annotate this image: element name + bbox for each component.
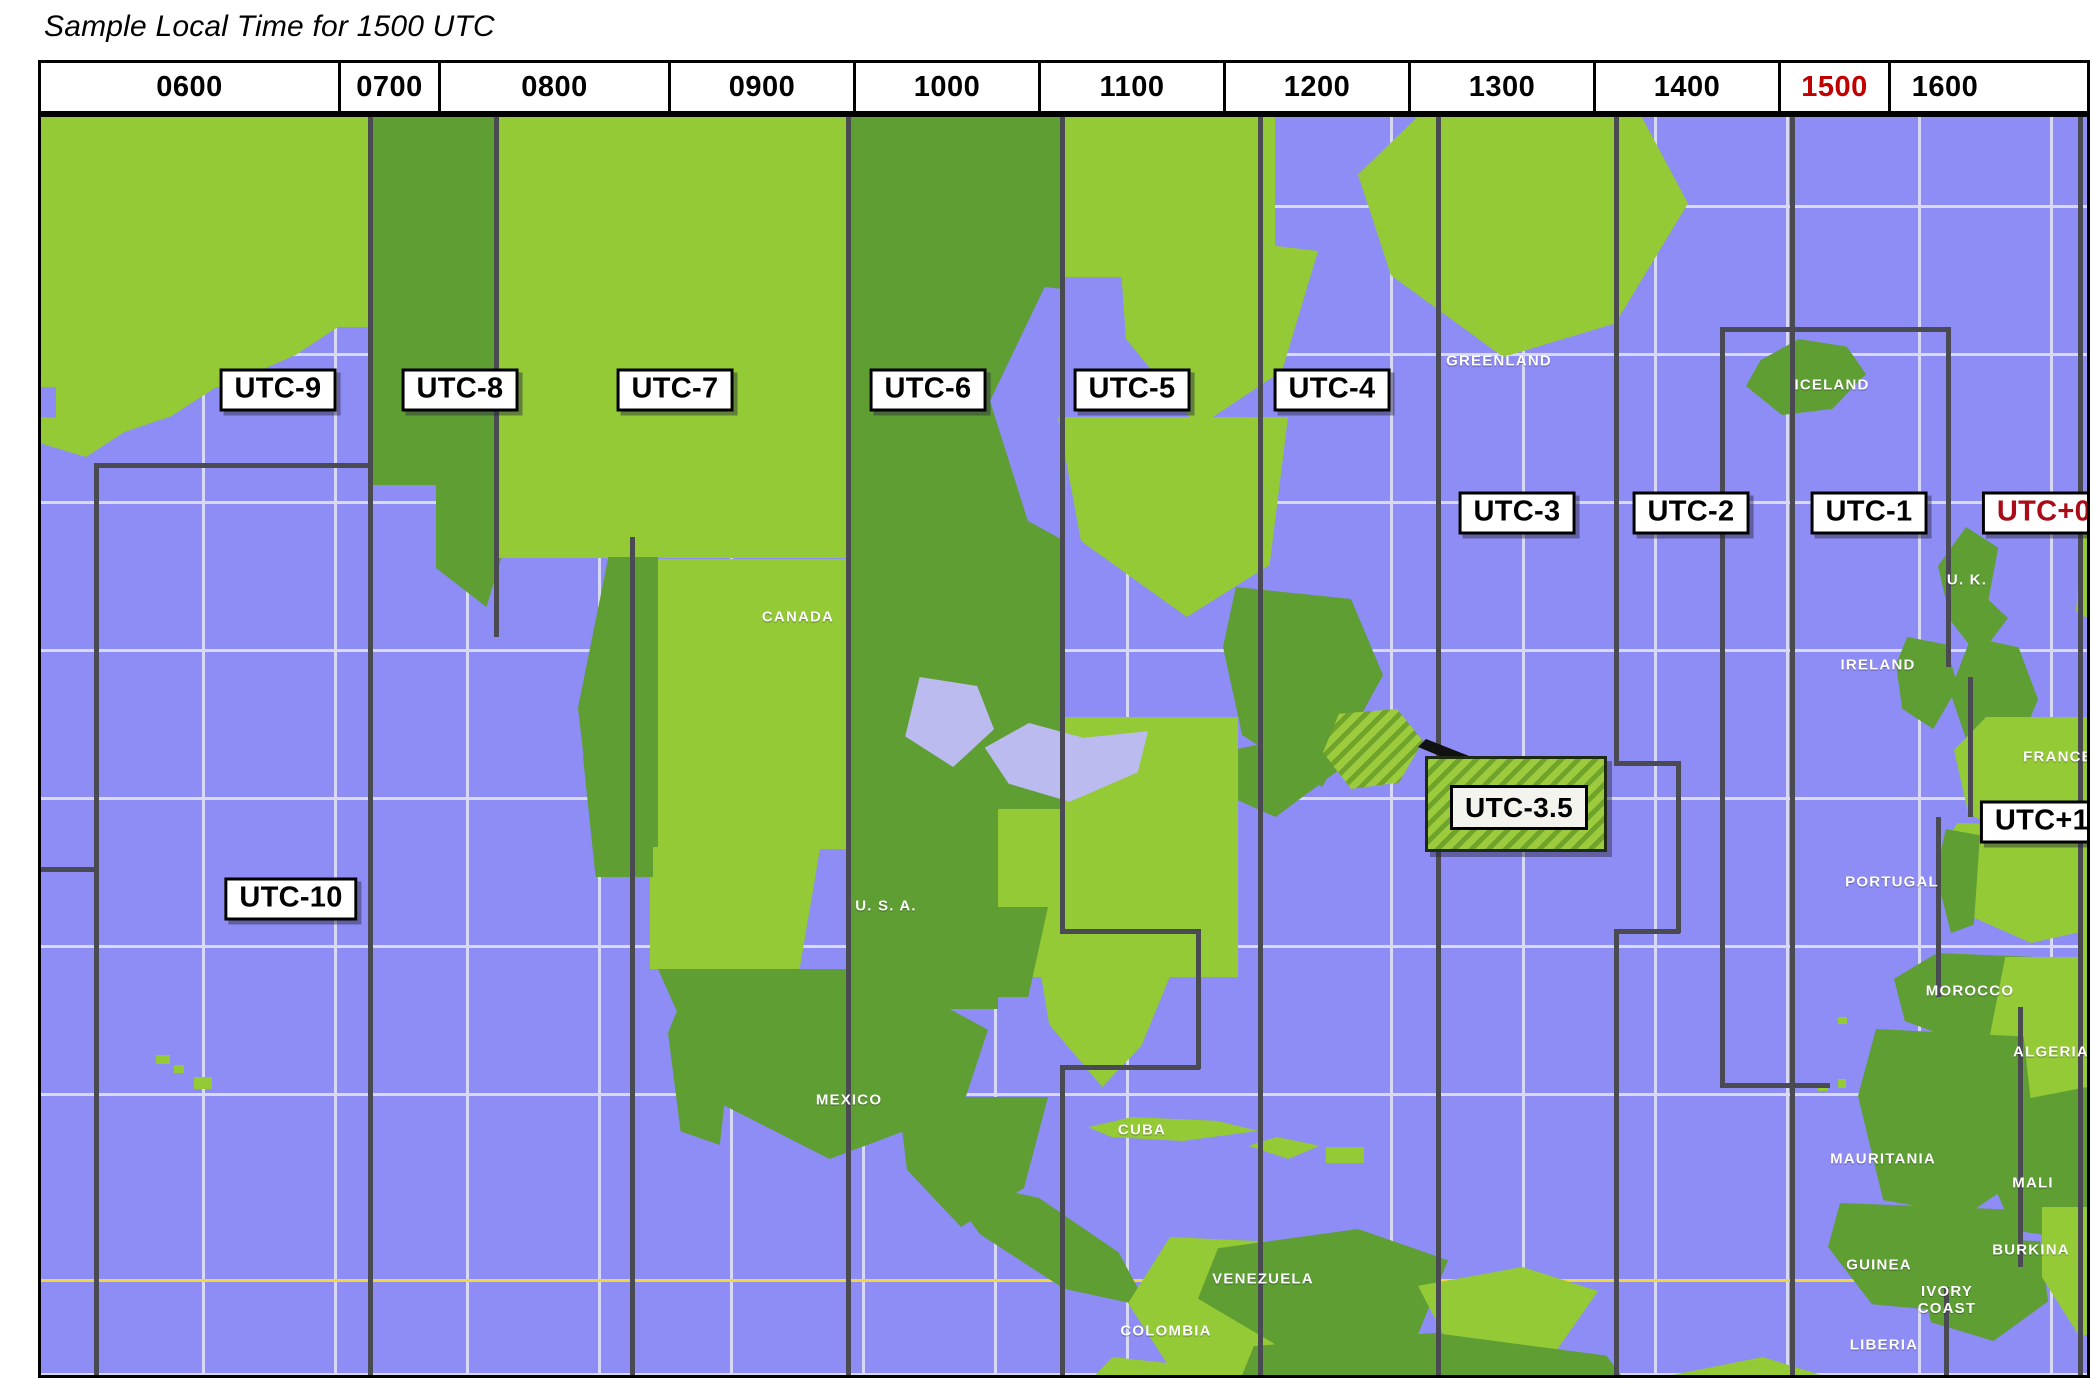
landmass-greenland (1358, 117, 1688, 357)
time-header-cell-0600: 0600 (41, 63, 341, 111)
zone-boundary (1790, 117, 1795, 1378)
map-label-france: FRANCE (2023, 748, 2090, 766)
graticule-line (1654, 117, 1657, 1378)
region-newfoundland-hatched (1323, 709, 1423, 789)
zone-boundary (1936, 817, 1941, 997)
time-header-cell-1400: 1400 (1596, 63, 1781, 111)
map-label-canada: CANADA (761, 608, 835, 626)
map-label-venezuela: VENEZUELA (1212, 1270, 1314, 1288)
time-header-cell-1300: 1300 (1411, 63, 1596, 111)
landmass-gulf-states (938, 907, 1048, 997)
time-header-cell-1600: 1600 (1891, 63, 1999, 111)
time-header-cell-1000: 1000 (856, 63, 1041, 111)
zone-boundary (1258, 117, 1263, 1378)
landmass-quebec (1058, 417, 1288, 617)
landmass-usa-west-light (650, 559, 850, 849)
map-label-ivory-coast: IVORY COAST (1917, 1282, 1977, 1317)
landmass-cuba (1088, 1117, 1258, 1141)
zone-boundary (368, 117, 373, 477)
zone-boundary (630, 537, 635, 1378)
time-header-cell-0700: 0700 (341, 63, 441, 111)
utc-plaque-utc-6[interactable]: UTC-6 (869, 368, 987, 412)
landmass-hawaii (194, 1077, 212, 1089)
landmass-nwt-north (496, 117, 848, 313)
utc-plaque-utc-7[interactable]: UTC-7 (616, 368, 734, 412)
utc-plaque-utcplus0[interactable]: UTC+0 (1981, 491, 2090, 535)
utc-plaque-utc-4[interactable]: UTC-4 (1273, 368, 1391, 412)
utc-minus-3-5-callout[interactable]: UTC-3.5 (1425, 756, 1607, 852)
map-label-u-k: U. K. (1946, 571, 1988, 589)
landmass-usa-southwest (650, 849, 820, 969)
time-zone-map-page: Sample Local Time for 1500 UTC 0600 0700 0… (0, 0, 2093, 1378)
map-label-mexico: MEXICO (815, 1091, 883, 1109)
zone-boundary (846, 117, 851, 1378)
zone-boundary (1060, 1065, 1065, 1378)
utc-minus-3-5-label: UTC-3.5 (1450, 785, 1588, 830)
map-label-guinea: GUINEA (1846, 1256, 1912, 1274)
map-label-portugal: PORTUGAL (1845, 873, 1939, 891)
landmass-madeira (1838, 1017, 1847, 1024)
world-map-canvas: UTC-3.5 UTC-9 UTC-8 UTC-7 UTC-6 UTC-5 UTC-4 UT… (38, 114, 2090, 1378)
time-header-cell-1500: 1500 (1781, 63, 1891, 111)
zone-boundary (1060, 117, 1065, 933)
zone-boundary (368, 463, 373, 1378)
page-title: Sample Local Time for 1500 UTC (44, 10, 495, 43)
landmass-canary-island (1838, 1079, 1846, 1088)
landmass-alaska-north (38, 117, 370, 327)
zone-boundary (38, 867, 98, 872)
utc-plaque-utc-10[interactable]: UTC-10 (224, 877, 358, 921)
zone-boundary (1614, 761, 1680, 766)
zone-boundary (1946, 327, 1951, 667)
utc-plaque-utc-5[interactable]: UTC-5 (1073, 368, 1191, 412)
zone-boundary (1720, 327, 1725, 1087)
landmass-yukon (370, 235, 496, 485)
utc-plaque-utc-3[interactable]: UTC-3 (1458, 491, 1576, 535)
time-header-cell-1100: 1100 (1041, 63, 1226, 111)
zone-boundary (1614, 929, 1619, 1378)
zone-boundary (1614, 117, 1619, 765)
zone-boundary (1720, 1083, 1830, 1088)
map-label-iceland: ICELAND (1794, 376, 1870, 394)
map-label-mauritania: MAURITANIA (1830, 1150, 1936, 1168)
landmass-hawaii (156, 1055, 170, 1064)
local-time-header: 0600 0700 0800 0900 1000 1100 1200 1300 1400 1500… (38, 60, 2090, 114)
landmass-puerto-rico (1326, 1147, 1364, 1163)
map-label-mali: MALI (2012, 1174, 2054, 1192)
zone-boundary (94, 463, 372, 468)
map-label-burkina: BURKINA (1992, 1241, 2070, 1259)
graticule-line (1786, 117, 1789, 1378)
map-label-u-s-a: U. S. A. (855, 897, 917, 915)
zone-boundary (1060, 1065, 1200, 1070)
zone-boundary (1614, 929, 1680, 934)
map-label-greenland: GREENLAND (1446, 352, 1552, 370)
map-label-morocco: MOROCCO (1925, 982, 2015, 1000)
utc-plaque-utc-2[interactable]: UTC-2 (1632, 491, 1750, 535)
time-header-cell-0900: 0900 (671, 63, 856, 111)
zone-boundary (1060, 929, 1200, 934)
time-header-cell-1200: 1200 (1226, 63, 1411, 111)
landmass-nwt (496, 313, 848, 558)
utc-plaque-utc-8[interactable]: UTC-8 (401, 368, 519, 412)
landmass-nunavut-west (848, 117, 1063, 299)
map-label-liberia: LIBERIA (1849, 1336, 1919, 1354)
map-label-colombia: COLOMBIA (1120, 1322, 1212, 1340)
utc-plaque-utc-1[interactable]: UTC-1 (1810, 491, 1928, 535)
time-header-cell-0800: 0800 (441, 63, 671, 111)
zone-boundary (1720, 327, 1950, 332)
utc-plaque-utc-9[interactable]: UTC-9 (219, 368, 337, 412)
landmass-yukon-north (370, 117, 496, 235)
landmass-portugal (1936, 829, 1980, 933)
zone-boundary (1676, 761, 1681, 933)
zone-boundary (1968, 677, 1973, 817)
map-label-cuba: CUBA (1117, 1121, 1167, 1139)
map-label-algeria: ALGERIA (2013, 1043, 2089, 1061)
landmass-central-america (938, 1177, 1148, 1307)
zone-boundary (94, 463, 99, 1378)
utc-plaque-utcplus1[interactable]: UTC+1 (1979, 800, 2090, 844)
zone-boundary (1436, 117, 1441, 1378)
map-label-ireland: IRELAND (1840, 656, 1916, 674)
zone-boundary (1196, 929, 1201, 1069)
landmass-hawaii (174, 1065, 184, 1073)
